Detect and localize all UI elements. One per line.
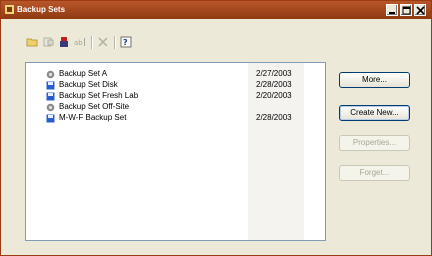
delete-icon xyxy=(60,37,68,47)
disk-backup-icon xyxy=(46,114,55,123)
backup-set-date: 2/20/2003 xyxy=(256,91,292,100)
properties-button[interactable]: Properties... xyxy=(339,135,410,151)
svg-text:?: ? xyxy=(123,38,128,47)
network-backup-icon xyxy=(46,70,55,79)
properties-toolbar-button[interactable] xyxy=(41,35,55,49)
list-item[interactable]: Backup Set Off-Site xyxy=(26,102,304,112)
delete-toolbar-button[interactable] xyxy=(57,35,71,49)
forget-button[interactable]: Forget... xyxy=(339,165,410,181)
backup-set-date: 2/28/2003 xyxy=(256,80,292,89)
new-folder-button[interactable] xyxy=(25,35,39,49)
toolbar-separator xyxy=(114,36,115,49)
properties-icon xyxy=(43,37,54,47)
backup-set-name: Backup Set Fresh Lab xyxy=(59,91,139,100)
window-title: Backup Sets xyxy=(17,5,66,14)
disk-backup-icon xyxy=(46,81,55,90)
remove-icon xyxy=(98,37,108,47)
title-bar[interactable]: Backup Sets xyxy=(1,1,431,19)
minimize-button[interactable] xyxy=(386,4,398,16)
svg-text:ab: ab xyxy=(74,39,83,47)
minimize-icon xyxy=(389,12,395,14)
help-icon: ? xyxy=(120,36,132,48)
backup-set-name: Backup Set Disk xyxy=(59,80,118,89)
network-backup-icon xyxy=(46,103,55,112)
toolbar-separator xyxy=(91,36,92,49)
close-icon xyxy=(416,6,425,15)
backup-sets-window: Backup Sets ab ? Backup Set A 2/27/2003 … xyxy=(0,0,432,256)
create-new-button[interactable]: Create New... xyxy=(339,105,410,121)
rename-toolbar-button[interactable]: ab xyxy=(73,35,87,49)
new-folder-icon xyxy=(26,38,38,47)
more-button[interactable]: More... xyxy=(339,72,410,88)
list-item[interactable]: Backup Set Fresh Lab 2/20/2003 xyxy=(26,91,304,101)
list-item[interactable]: Backup Set A 2/27/2003 xyxy=(26,69,304,79)
disk-backup-icon xyxy=(46,92,55,101)
maximize-button[interactable] xyxy=(400,4,412,16)
remove-toolbar-button[interactable] xyxy=(96,35,110,49)
backup-set-name: Backup Set Off-Site xyxy=(59,102,130,111)
backup-set-name: Backup Set A xyxy=(59,69,108,78)
list-item[interactable]: M-W-F Backup Set 2/28/2003 xyxy=(26,113,304,123)
backup-set-date: 2/27/2003 xyxy=(256,69,292,78)
toolbar: ab ? xyxy=(25,35,155,51)
backup-sets-list[interactable]: Backup Set A 2/27/2003 Backup Set Disk 2… xyxy=(25,62,326,241)
help-toolbar-button[interactable]: ? xyxy=(119,35,133,49)
rename-icon: ab xyxy=(74,38,85,47)
list-item[interactable]: Backup Set Disk 2/28/2003 xyxy=(26,80,304,90)
backup-set-name: M-W-F Backup Set xyxy=(59,113,127,122)
backup-set-date: 2/28/2003 xyxy=(256,113,292,122)
maximize-icon xyxy=(402,6,411,15)
close-button[interactable] xyxy=(414,4,426,16)
app-icon xyxy=(5,5,14,14)
